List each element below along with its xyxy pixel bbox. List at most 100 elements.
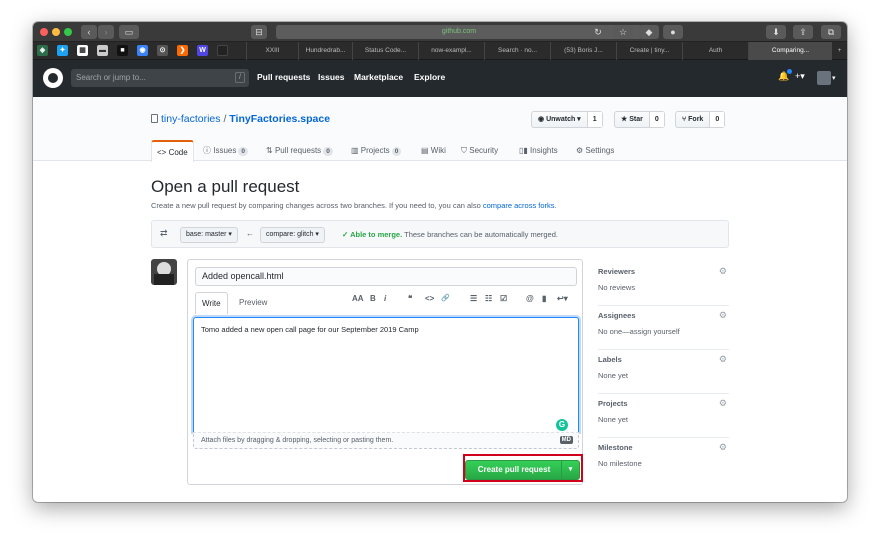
- bookmark-icon[interactable]: ▮: [542, 294, 546, 303]
- tab-preview[interactable]: Preview: [233, 292, 273, 314]
- pinned-tab-icon[interactable]: W: [197, 45, 208, 56]
- tab[interactable]: (53) Boris J...: [550, 42, 616, 60]
- fork-count: 0: [710, 112, 725, 127]
- tab-insights[interactable]: ▯▮ Insights: [519, 140, 558, 161]
- tab-active[interactable]: Comparing...: [748, 42, 832, 60]
- tab[interactable]: Status Code...: [352, 42, 418, 60]
- tab[interactable]: Hundredrab...: [298, 42, 352, 60]
- compare-branch-select[interactable]: compare: glitch ▾: [260, 227, 325, 243]
- avatar[interactable]: [151, 259, 177, 285]
- tabs-overview-icon[interactable]: ⧉: [821, 25, 841, 39]
- address-bar[interactable]: github.com: [276, 25, 642, 39]
- gear-icon[interactable]: ⚙: [719, 398, 727, 409]
- share-icon[interactable]: ⇪: [793, 25, 813, 39]
- tab[interactable]: Search · no...: [484, 42, 550, 60]
- star-button[interactable]: ★ Star 0: [614, 111, 665, 128]
- pinned-tab-icon[interactable]: ■: [117, 45, 128, 56]
- extension-icon[interactable]: ⊟: [251, 25, 267, 39]
- twitter-tab-icon[interactable]: ✦: [57, 45, 68, 56]
- minimize-window-button[interactable]: [52, 28, 60, 36]
- tab-issues[interactable]: ⓘ Issues 0: [203, 140, 248, 161]
- forward-icon[interactable]: ›: [98, 25, 114, 39]
- tab-wiki[interactable]: ▤ Wiki: [421, 140, 446, 161]
- maximize-window-button[interactable]: [64, 28, 72, 36]
- tab[interactable]: Auth: [682, 42, 748, 60]
- italic-icon[interactable]: i: [384, 294, 386, 303]
- sidebar-milestone[interactable]: Milestone No milestone ⚙: [598, 438, 729, 482]
- sidebar-projects[interactable]: Projects None yet ⚙: [598, 394, 729, 438]
- wiki-icon: ▤: [421, 146, 431, 155]
- tab[interactable]: XXIII: [246, 42, 298, 60]
- pinned-tab-icon[interactable]: ▬: [97, 45, 108, 56]
- grammarly-ext-icon[interactable]: ●: [663, 25, 683, 39]
- search-input[interactable]: Search or jump to... /: [71, 69, 249, 87]
- nav-pull-requests[interactable]: Pull requests: [257, 72, 310, 82]
- pinned-tab-icon[interactable]: ◈: [37, 45, 48, 56]
- tab-pull-requests[interactable]: ⇅ Pull requests 0: [266, 140, 333, 161]
- tab-label: Wiki: [430, 146, 446, 155]
- repo-name-link[interactable]: TinyFactories.space: [229, 113, 330, 125]
- gear-icon[interactable]: ⚙: [719, 266, 727, 277]
- merge-status: ✓ Able to merge. These branches can be a…: [342, 230, 558, 239]
- link-icon[interactable]: 🔗: [441, 294, 450, 302]
- nav-marketplace[interactable]: Marketplace: [354, 72, 403, 82]
- code-icon[interactable]: <>: [425, 294, 434, 303]
- tab[interactable]: Create | tiny...: [616, 42, 682, 60]
- bullet-list-icon[interactable]: ☰: [470, 294, 477, 303]
- compare-forks-link[interactable]: compare across forks: [483, 201, 555, 210]
- tab[interactable]: now-exampl...: [418, 42, 484, 60]
- pinned-tab-icon[interactable]: ▦: [77, 45, 88, 56]
- pull-request-icon: ⇅: [266, 146, 275, 155]
- tab-code[interactable]: <> Code: [151, 140, 194, 162]
- chevron-down-icon[interactable]: ▾: [832, 74, 836, 82]
- pinned-tab-icon[interactable]: ◉: [137, 45, 148, 56]
- mention-icon[interactable]: @: [526, 294, 534, 303]
- attach-files-area[interactable]: Attach files by dragging & dropping, sel…: [193, 432, 579, 449]
- reply-icon[interactable]: ↩▾: [557, 294, 568, 303]
- fork-button[interactable]: ⑂ Fork 0: [675, 111, 726, 128]
- grammarly-icon[interactable]: G: [556, 419, 568, 431]
- reload-icon[interactable]: ↻: [593, 25, 603, 39]
- pocket-icon[interactable]: ◆: [639, 25, 659, 39]
- watch-button[interactable]: ◉ Unwatch ▾ 1: [531, 111, 603, 128]
- gear-icon[interactable]: ⚙: [719, 310, 727, 321]
- task-list-icon[interactable]: ☑: [500, 294, 507, 303]
- title-input[interactable]: Added opencall.html: [195, 267, 577, 286]
- nav-explore[interactable]: Explore: [414, 72, 445, 82]
- pinned-tab-icon[interactable]: [217, 45, 228, 56]
- back-icon[interactable]: ‹: [81, 25, 97, 39]
- new-tab-button[interactable]: +: [832, 42, 847, 60]
- base-branch-select[interactable]: base: master ▾: [180, 227, 238, 243]
- bold-icon[interactable]: B: [370, 294, 376, 303]
- header-text-icon[interactable]: AA: [352, 294, 364, 303]
- user-avatar[interactable]: [817, 71, 831, 85]
- tab-projects[interactable]: ▥ Projects 0: [351, 140, 402, 161]
- pinned-tab-icon[interactable]: ⊙: [157, 45, 168, 56]
- notification-dot: [787, 69, 792, 74]
- page-subtitle: Create a new pull request by comparing c…: [151, 201, 557, 210]
- download-icon[interactable]: ⬇: [766, 25, 786, 39]
- github-logo-icon[interactable]: [43, 68, 63, 88]
- gear-icon[interactable]: ⚙: [719, 354, 727, 365]
- create-new-dropdown[interactable]: +▾: [795, 71, 805, 82]
- numbered-list-icon[interactable]: ☷: [485, 294, 492, 303]
- nav-issues[interactable]: Issues: [318, 72, 344, 82]
- repo-owner-link[interactable]: tiny-factories: [161, 113, 221, 125]
- tab-security[interactable]: ⛉ Security: [461, 140, 498, 161]
- sidebar-icon[interactable]: ▭: [119, 25, 139, 39]
- watch-label: Unwatch ▾: [546, 116, 581, 123]
- tab-write[interactable]: Write: [195, 292, 228, 314]
- star-bookmark-icon[interactable]: ☆: [613, 25, 633, 39]
- tab-settings[interactable]: ⚙ Settings: [576, 140, 614, 161]
- gear-icon: ⚙: [576, 146, 586, 155]
- close-window-button[interactable]: [40, 28, 48, 36]
- gear-icon[interactable]: ⚙: [719, 442, 727, 453]
- sidebar-labels[interactable]: Labels None yet ⚙: [598, 350, 729, 394]
- pinned-tab-icon[interactable]: ❯: [177, 45, 188, 56]
- sidebar-assignees[interactable]: Assignees No one—assign yourself ⚙: [598, 306, 729, 350]
- sidebar-reviewers[interactable]: Reviewers No reviews ⚙: [598, 262, 729, 306]
- counter: 0: [238, 147, 248, 156]
- quote-icon[interactable]: ❝: [408, 294, 412, 303]
- issue-icon: ⓘ: [203, 146, 214, 155]
- body-textarea[interactable]: Tomo added a new open call page for our …: [193, 317, 579, 432]
